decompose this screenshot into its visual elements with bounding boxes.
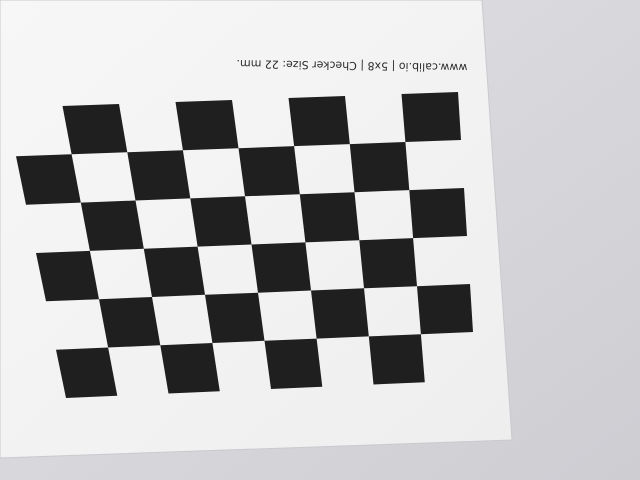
checker-square — [16, 154, 81, 205]
photo-scene: www.calib.io | 5x8 | Checker Size: 22 mm… — [0, 0, 640, 480]
checker-square — [251, 242, 311, 293]
checker-square — [62, 104, 128, 155]
checker-square — [80, 200, 144, 251]
checker-square — [401, 92, 461, 142]
checker-square — [311, 288, 369, 339]
checker-square — [99, 297, 161, 348]
checker-square — [409, 188, 467, 239]
checker-square — [56, 347, 118, 398]
checker-square — [160, 343, 220, 394]
checker-square — [190, 196, 252, 247]
checker-square — [175, 100, 239, 151]
checker-square — [264, 338, 323, 389]
checker-square — [205, 292, 265, 343]
checker-square — [288, 96, 350, 147]
checker-square — [238, 146, 300, 197]
checker-square — [368, 334, 425, 385]
checker-square — [127, 150, 191, 201]
checker-square — [36, 250, 99, 302]
checker-square — [299, 192, 360, 243]
checker-square — [417, 284, 473, 335]
checker-square — [143, 246, 205, 297]
checker-square — [359, 238, 417, 289]
checker-square — [349, 142, 410, 193]
